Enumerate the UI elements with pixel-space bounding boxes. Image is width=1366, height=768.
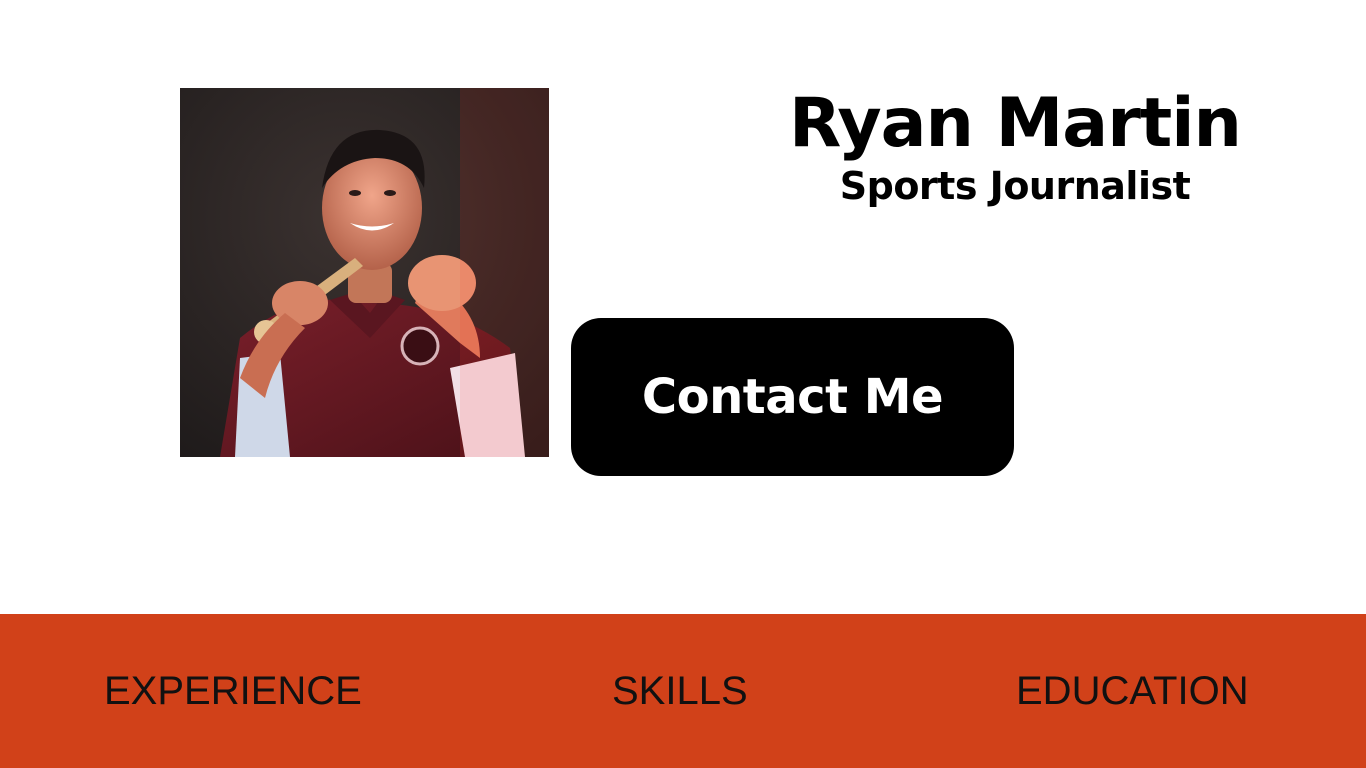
contact-button[interactable]: Contact Me (571, 318, 1014, 476)
nav-item-skills[interactable]: SKILLS (612, 614, 748, 768)
portfolio-page: Ryan Martin Sports Journalist Contact Me… (0, 0, 1366, 768)
profile-title: Sports Journalist (839, 164, 1191, 208)
profile-photo (180, 88, 549, 457)
section-nav-bar: EXPERIENCE SKILLS EDUCATION (0, 614, 1366, 768)
profile-name: Ryan Martin (789, 84, 1242, 163)
profile-header: Ryan Martin Sports Journalist (760, 84, 1270, 208)
nav-item-experience[interactable]: EXPERIENCE (104, 614, 362, 768)
nav-item-education[interactable]: EDUCATION (1016, 614, 1249, 768)
